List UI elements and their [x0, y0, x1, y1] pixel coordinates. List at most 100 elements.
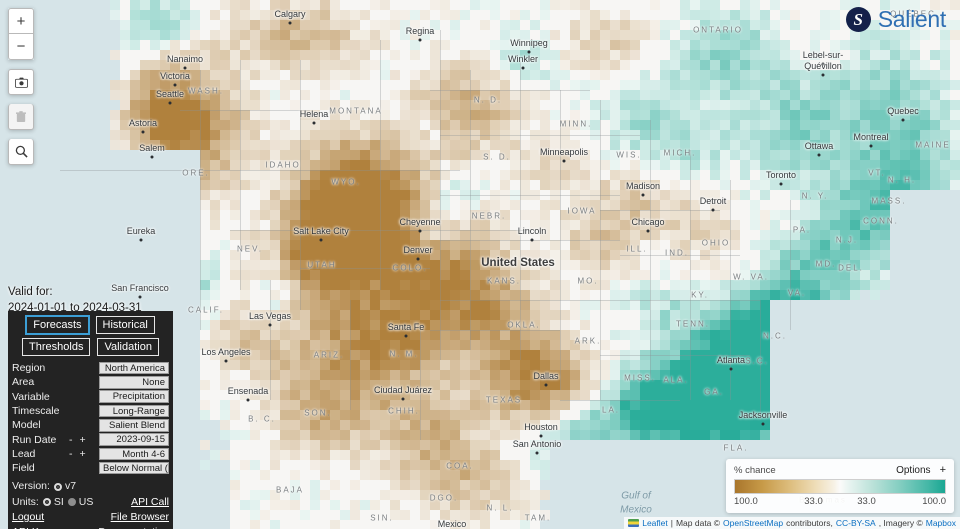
panel-tab-row-primary: Forecasts Historical	[12, 315, 169, 335]
tab-thresholds[interactable]: Thresholds	[22, 338, 91, 356]
legend-tick-0: 100.0	[734, 496, 758, 507]
map-application: WASH. ORE. IDAHO MONTANA WYO. NEV. UTAH CALIF. C…	[0, 0, 960, 529]
city-marker-dot	[530, 238, 534, 242]
boundary-line	[620, 255, 740, 256]
boundary-line	[560, 90, 561, 390]
tab-forecasts[interactable]: Forecasts	[25, 315, 90, 335]
attribution-text-2: contributors,	[786, 518, 833, 528]
delete-button[interactable]	[8, 104, 34, 130]
increment-run-date-button[interactable]: +	[80, 434, 86, 446]
boundary-line	[470, 70, 471, 350]
search-button[interactable]	[8, 139, 34, 165]
city-marker-dot	[901, 118, 905, 122]
boundary-line	[380, 40, 381, 290]
legend-tick-1: 33.0	[804, 496, 823, 507]
units-us-radio[interactable]	[67, 498, 76, 507]
city-marker-dot	[527, 50, 531, 54]
field-label-variable: Variable	[12, 390, 50, 403]
panel-field-list: Region North America Area None Variable Preci…	[12, 361, 169, 475]
city-marker-dot	[821, 62, 825, 66]
boundary-line	[440, 300, 620, 301]
leaflet-link[interactable]: Leaflet	[642, 518, 668, 528]
logout-link[interactable]: Logout	[12, 510, 44, 525]
city-marker-dot	[641, 193, 645, 197]
city-marker-dot	[817, 153, 821, 157]
city-marker-dot	[150, 155, 154, 159]
map-control-stack: + −	[8, 8, 34, 174]
camera-snapshot-button[interactable]	[8, 69, 34, 95]
city-marker-dot	[404, 334, 408, 338]
attribution-text-1: Map data ©	[675, 518, 721, 528]
forecast-control-panel: Forecasts Historical Thresholds Validati…	[8, 311, 173, 529]
city-marker-dot	[711, 208, 715, 212]
field-value-area[interactable]: None	[99, 376, 169, 389]
field-row-timescale: Timescale Long-Range	[12, 404, 169, 418]
units-si-label: SI	[53, 495, 64, 508]
city-marker-dot	[562, 159, 566, 163]
valid-for-label: Valid for:	[8, 286, 53, 298]
panel-footer: Version: v7 Units: SI US API Call Logout…	[12, 479, 169, 529]
version-v7-radio[interactable]	[53, 482, 62, 491]
boundary-line	[240, 60, 241, 290]
trash-icon	[16, 110, 26, 122]
legend-expand-icon[interactable]: +	[940, 464, 946, 476]
units-si-radio[interactable]	[42, 498, 51, 507]
boundary-line	[650, 120, 651, 380]
city-marker-dot	[246, 398, 250, 402]
search-icon	[15, 145, 28, 158]
boundary-line	[300, 268, 430, 269]
salient-logo[interactable]: S Salient	[845, 6, 947, 33]
field-label-model: Model	[12, 419, 41, 432]
openstreetmap-link[interactable]: OpenStreetMap	[723, 518, 783, 528]
field-label-region: Region	[12, 362, 46, 375]
salient-wordmark: Salient	[877, 6, 947, 32]
decrement-lead-button[interactable]: -	[69, 448, 73, 460]
increment-lead-button[interactable]: +	[80, 448, 86, 460]
logout-row: Logout File Browser	[12, 510, 169, 525]
version-label: Version:	[12, 480, 50, 493]
zoom-in-button[interactable]: +	[8, 8, 34, 34]
city-marker-dot	[535, 451, 539, 455]
license-link[interactable]: CC-BY-SA	[836, 518, 876, 528]
units-us-label: US	[78, 495, 94, 508]
field-value-variable[interactable]: Precipitation	[99, 390, 169, 403]
file-browser-link[interactable]: File Browser	[111, 510, 169, 525]
field-value-region[interactable]: North America	[99, 361, 169, 375]
field-value-model[interactable]: Salient Blend	[99, 419, 169, 432]
salient-logo-letter: S	[853, 10, 863, 29]
tab-historical[interactable]: Historical	[95, 316, 155, 334]
boundary-line	[350, 300, 351, 410]
field-value-timescale[interactable]: Long-Range	[99, 404, 169, 418]
documentation-link[interactable]: Documentation	[98, 525, 169, 529]
salient-logo-mark: S	[845, 7, 871, 32]
city-marker-dot	[539, 434, 543, 438]
city-marker-dot	[416, 257, 420, 261]
boundary-line	[60, 170, 460, 171]
field-row-region: Region North America	[12, 361, 169, 375]
city-marker-dot	[168, 101, 172, 105]
boundary-line	[440, 195, 620, 196]
mapbox-link[interactable]: Mapbox	[926, 518, 956, 528]
field-row-field: Field Below Normal (% Chance)	[12, 461, 169, 475]
legend-title: % chance	[734, 464, 776, 476]
boundary-line	[270, 280, 271, 400]
field-label-lead: Lead	[12, 447, 36, 460]
field-label-run-date: Run Date	[12, 433, 57, 446]
api-call-link[interactable]: API Call	[131, 495, 169, 510]
city-marker-dot	[183, 66, 187, 70]
city-marker-dot	[418, 229, 422, 233]
field-value-run-date[interactable]: 2023-09-15	[99, 433, 169, 446]
boundary-line	[600, 100, 601, 400]
field-value-lead[interactable]: Month 4-6	[99, 447, 169, 461]
zoom-out-button[interactable]: −	[8, 34, 34, 60]
boundary-line	[520, 60, 521, 360]
city-marker-dot	[224, 359, 228, 363]
tab-validation[interactable]: Validation	[97, 338, 159, 356]
legend-options-button[interactable]: Options	[896, 465, 930, 476]
decrement-run-date-button[interactable]: -	[69, 434, 73, 446]
panel-tab-row-secondary: Thresholds Validation	[12, 338, 169, 356]
field-value-field[interactable]: Below Normal (% Chance)	[99, 461, 169, 475]
api-key-link[interactable]: API Key	[12, 525, 50, 529]
legend-header: % chance Options +	[734, 464, 946, 476]
map-attribution: Leaflet | Map data © OpenStreetMap contr…	[624, 517, 960, 529]
